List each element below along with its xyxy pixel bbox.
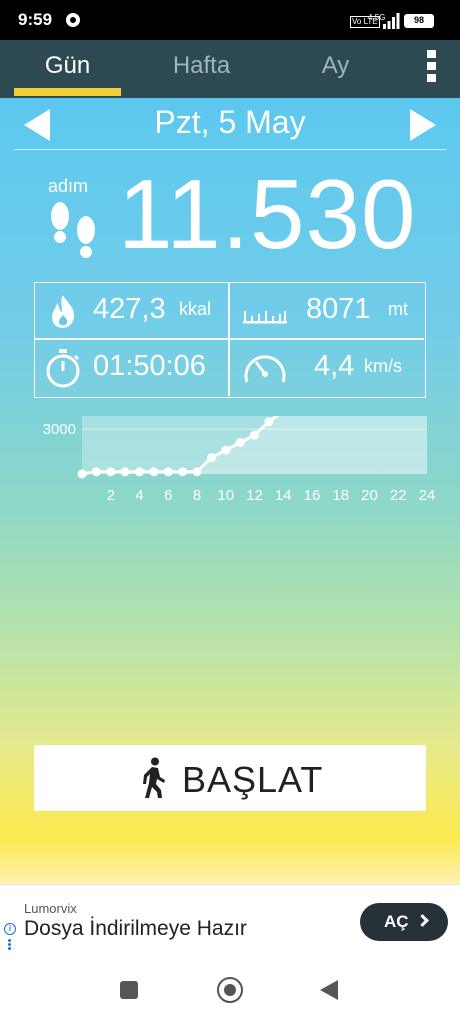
x-tick-label: 6 — [164, 487, 172, 504]
chevron-right-icon — [416, 914, 429, 927]
info-icon[interactable]: i — [4, 923, 16, 935]
duration-value: 01:50:06 — [93, 350, 206, 382]
data-point — [206, 453, 216, 463]
date-navigator: Pzt, 5 May — [0, 98, 460, 150]
x-tick-label: 8 — [193, 487, 201, 504]
divider — [14, 149, 446, 150]
stopwatch-icon — [46, 349, 80, 388]
speed-stat: 4,4 km/s — [230, 340, 424, 395]
data-point — [120, 467, 130, 477]
tab-week[interactable]: Hafta — [148, 40, 255, 98]
next-day-button[interactable] — [410, 109, 436, 141]
x-tick-label: 4 — [135, 487, 143, 504]
hourly-steps-chart: 3000600090001200015000180002468101214161… — [43, 416, 436, 504]
x-tick-label: 10 — [217, 487, 234, 504]
y-tick-label: 3000 — [43, 421, 76, 438]
status-bar: 9:59 Vo LTE 4.5G 98 — [0, 0, 460, 40]
x-tick-label: 12 — [246, 487, 263, 504]
more-vertical-icon[interactable] — [8, 939, 11, 951]
x-tick-label: 18 — [332, 487, 349, 504]
data-point — [149, 467, 159, 477]
period-tabs: Gün Hafta Ay — [0, 40, 460, 98]
steps-unit: adım — [48, 176, 89, 196]
speedometer-icon — [244, 355, 286, 383]
data-point — [106, 467, 116, 477]
shield-icon — [66, 13, 80, 27]
ad-open-label: AÇ — [384, 912, 409, 931]
footprints-icon — [51, 202, 95, 258]
x-tick-label: 16 — [304, 487, 321, 504]
x-tick-label: 2 — [107, 487, 115, 504]
calories-stat: 427,3 kkal — [35, 283, 228, 338]
steps-summary: adım 11.530 — [0, 164, 460, 266]
start-button[interactable]: BAŞLAT — [34, 745, 426, 811]
home-button[interactable] — [217, 977, 243, 1003]
flame-icon — [52, 295, 75, 328]
previous-day-button[interactable] — [24, 109, 50, 141]
stats-grid: 427,3 kkal 8071 mt 01:50:06 4,4 km/s — [34, 282, 426, 398]
data-point — [135, 467, 144, 477]
data-point — [235, 438, 245, 448]
walking-person-icon — [143, 757, 165, 798]
ad-advertiser: Lumorvix — [24, 901, 77, 916]
signal-icon — [383, 13, 400, 29]
x-tick-label: 20 — [361, 487, 378, 504]
tab-month[interactable]: Ay — [282, 40, 389, 98]
data-point — [163, 467, 173, 477]
start-button-label: BAŞLAT — [182, 759, 324, 800]
ad-open-button[interactable]: AÇ — [360, 903, 448, 941]
distance-unit: mt — [388, 299, 408, 319]
data-point — [192, 467, 202, 477]
tab-indicator — [14, 88, 121, 96]
calories-unit: kkal — [179, 299, 212, 319]
system-nav-bar — [0, 956, 460, 1024]
status-time: 9:59 — [18, 10, 53, 29]
step-count: 11.530 — [118, 159, 417, 269]
distance-stat: 8071 mt — [230, 283, 424, 338]
day-view: Pzt, 5 May adım 11.530 427,3 kkal 8071 m… — [0, 98, 460, 884]
x-tick-label: 24 — [419, 487, 436, 504]
data-point — [221, 445, 231, 455]
data-point — [178, 467, 188, 477]
back-button[interactable] — [320, 980, 338, 1000]
data-point — [250, 430, 259, 440]
data-point — [264, 417, 274, 427]
battery-icon: 98 — [404, 14, 434, 28]
distance-value: 8071 — [306, 293, 371, 325]
date-label: Pzt, 5 May — [154, 104, 306, 140]
duration-stat: 01:50:06 — [35, 340, 228, 395]
speed-unit: km/s — [364, 356, 402, 376]
calories-value: 427,3 — [93, 293, 166, 325]
data-point — [91, 467, 101, 477]
ad-banner[interactable]: i Lumorvix Dosya İndirilmeye Hazır AÇ — [0, 884, 460, 956]
recents-button[interactable] — [120, 981, 138, 999]
speed-value: 4,4 — [314, 350, 355, 382]
x-tick-label: 14 — [275, 487, 292, 504]
ruler-icon — [243, 311, 287, 324]
data-point — [77, 469, 87, 479]
ad-headline[interactable]: Dosya İndirilmeye Hazır — [24, 917, 247, 941]
overflow-menu-icon[interactable] — [424, 50, 438, 86]
x-tick-label: 22 — [390, 487, 407, 504]
